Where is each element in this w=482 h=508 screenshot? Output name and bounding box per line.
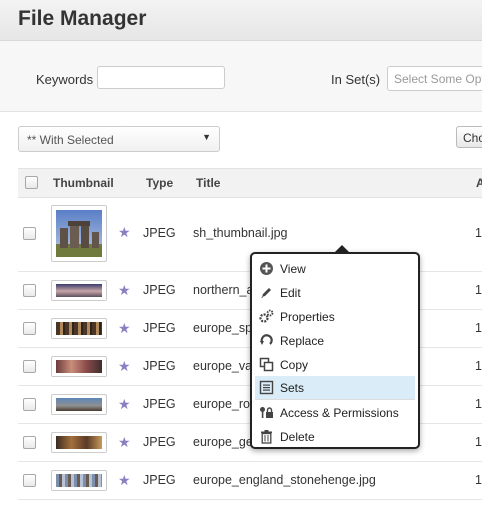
sets-select[interactable]: Select Some Options [387, 66, 482, 91]
file-title[interactable]: europe_england_stonehenge.jpg [193, 473, 376, 487]
choose-button[interactable]: Choose [456, 126, 482, 148]
menu-divider [255, 399, 415, 400]
file-thumbnail[interactable] [51, 470, 107, 491]
file-added: 1 [475, 226, 482, 240]
row-checkbox[interactable] [23, 284, 36, 297]
select-all-checkbox[interactable] [25, 176, 38, 189]
favorite-star-icon[interactable]: ★ [118, 358, 131, 375]
menu-item-view[interactable]: View [255, 257, 415, 280]
gears-icon [259, 309, 274, 323]
file-type: JPEG [143, 226, 176, 240]
menu-item-delete[interactable]: Delete [255, 425, 415, 448]
column-thumbnail[interactable]: Thumbnail [53, 176, 114, 190]
favorite-star-icon[interactable]: ★ [118, 396, 131, 413]
menu-item-edit[interactable]: Edit [255, 281, 415, 304]
table-header: Thumbnail Type Title A [18, 168, 482, 198]
pencil-icon [261, 288, 271, 298]
file-added: 1 [475, 359, 482, 373]
file-type: JPEG [143, 321, 176, 335]
row-checkbox[interactable] [23, 398, 36, 411]
menu-item-sets[interactable]: Sets [255, 376, 415, 399]
file-added: 1 [475, 397, 482, 411]
file-title[interactable]: sh_thumbnail.jpg [193, 226, 288, 240]
menu-item-access-permissions[interactable]: Access & Permissions [255, 401, 415, 424]
file-thumbnail[interactable] [51, 280, 107, 301]
row-checkbox[interactable] [23, 227, 36, 240]
file-title[interactable]: northern_a [193, 283, 253, 297]
column-type[interactable]: Type [146, 176, 173, 190]
menu-item-label: Properties [280, 310, 335, 324]
stonehenge-thumbnail-image [56, 210, 102, 257]
file-type: JPEG [143, 359, 176, 373]
refresh-icon [260, 334, 273, 345]
thumbnail-image [56, 474, 102, 487]
file-title[interactable]: europe_rot [193, 397, 253, 411]
favorite-star-icon[interactable]: ★ [118, 434, 131, 451]
file-thumbnail[interactable] [51, 432, 107, 453]
thumbnail-image [56, 284, 102, 297]
thumbnail-image [56, 398, 102, 411]
thumbnail-image [56, 322, 102, 335]
menu-item-label: Replace [280, 334, 325, 348]
row-checkbox[interactable] [23, 322, 36, 335]
row-checkbox[interactable] [23, 474, 36, 487]
file-thumbnail[interactable] [51, 356, 107, 377]
file-added: 1 [475, 473, 482, 487]
menu-item-label: Copy [280, 358, 309, 372]
file-title[interactable]: europe_ger [193, 435, 257, 449]
favorite-star-icon[interactable]: ★ [118, 224, 131, 241]
trash-icon [261, 430, 272, 444]
menu-item-properties[interactable]: Properties [255, 305, 415, 328]
favorite-star-icon[interactable]: ★ [118, 282, 131, 299]
page-header: File Manager [0, 0, 482, 41]
file-context-menu: View Edit Properties Replace Copy Sets A… [250, 252, 420, 449]
keywords-label: Keywords [36, 72, 94, 87]
bulk-action-label: ** With Selected [27, 133, 114, 147]
file-added: 1 [475, 283, 482, 297]
file-thumbnail[interactable] [51, 318, 107, 339]
menu-item-replace[interactable]: Replace [255, 329, 415, 352]
menu-item-label: Edit [280, 286, 301, 300]
table-row[interactable]: ★ JPEG europe_england_stonehenge.jpg 1 [18, 462, 482, 500]
sets-label: In Set(s) [331, 72, 381, 87]
key-lock-icon [260, 407, 273, 418]
keywords-input[interactable] [97, 66, 225, 89]
bulk-action-select[interactable]: ** With Selected ▼ [18, 126, 220, 152]
file-added: 1 [475, 435, 482, 449]
column-title[interactable]: Title [196, 176, 220, 190]
menu-item-copy[interactable]: Copy [255, 353, 415, 376]
file-type: JPEG [143, 435, 176, 449]
file-thumbnail[interactable] [51, 205, 107, 262]
menu-item-label: Access & Permissions [280, 406, 399, 420]
favorite-star-icon[interactable]: ★ [118, 472, 131, 489]
file-thumbnail[interactable] [51, 394, 107, 415]
copy-icon [259, 357, 274, 372]
thumbnail-image [56, 436, 102, 449]
menu-item-label: Delete [280, 430, 315, 444]
file-type: JPEG [143, 473, 176, 487]
row-checkbox[interactable] [23, 436, 36, 449]
file-added: 1 [475, 321, 482, 335]
favorite-star-icon[interactable]: ★ [118, 320, 131, 337]
menu-item-label: Sets [280, 381, 305, 395]
file-type: JPEG [143, 397, 176, 411]
page-title: File Manager [18, 7, 147, 30]
menu-item-label: View [280, 262, 306, 276]
file-type: JPEG [143, 283, 176, 297]
search-panel: Keywords In Set(s) Select Some Options [0, 41, 482, 112]
plus-circle-icon [260, 262, 273, 275]
column-added[interactable]: A [476, 176, 482, 190]
caret-down-icon: ▼ [202, 132, 211, 142]
row-checkbox[interactable] [23, 360, 36, 373]
file-title[interactable]: europe_val [193, 359, 255, 373]
thumbnail-image [56, 360, 102, 373]
list-icon [259, 380, 274, 395]
